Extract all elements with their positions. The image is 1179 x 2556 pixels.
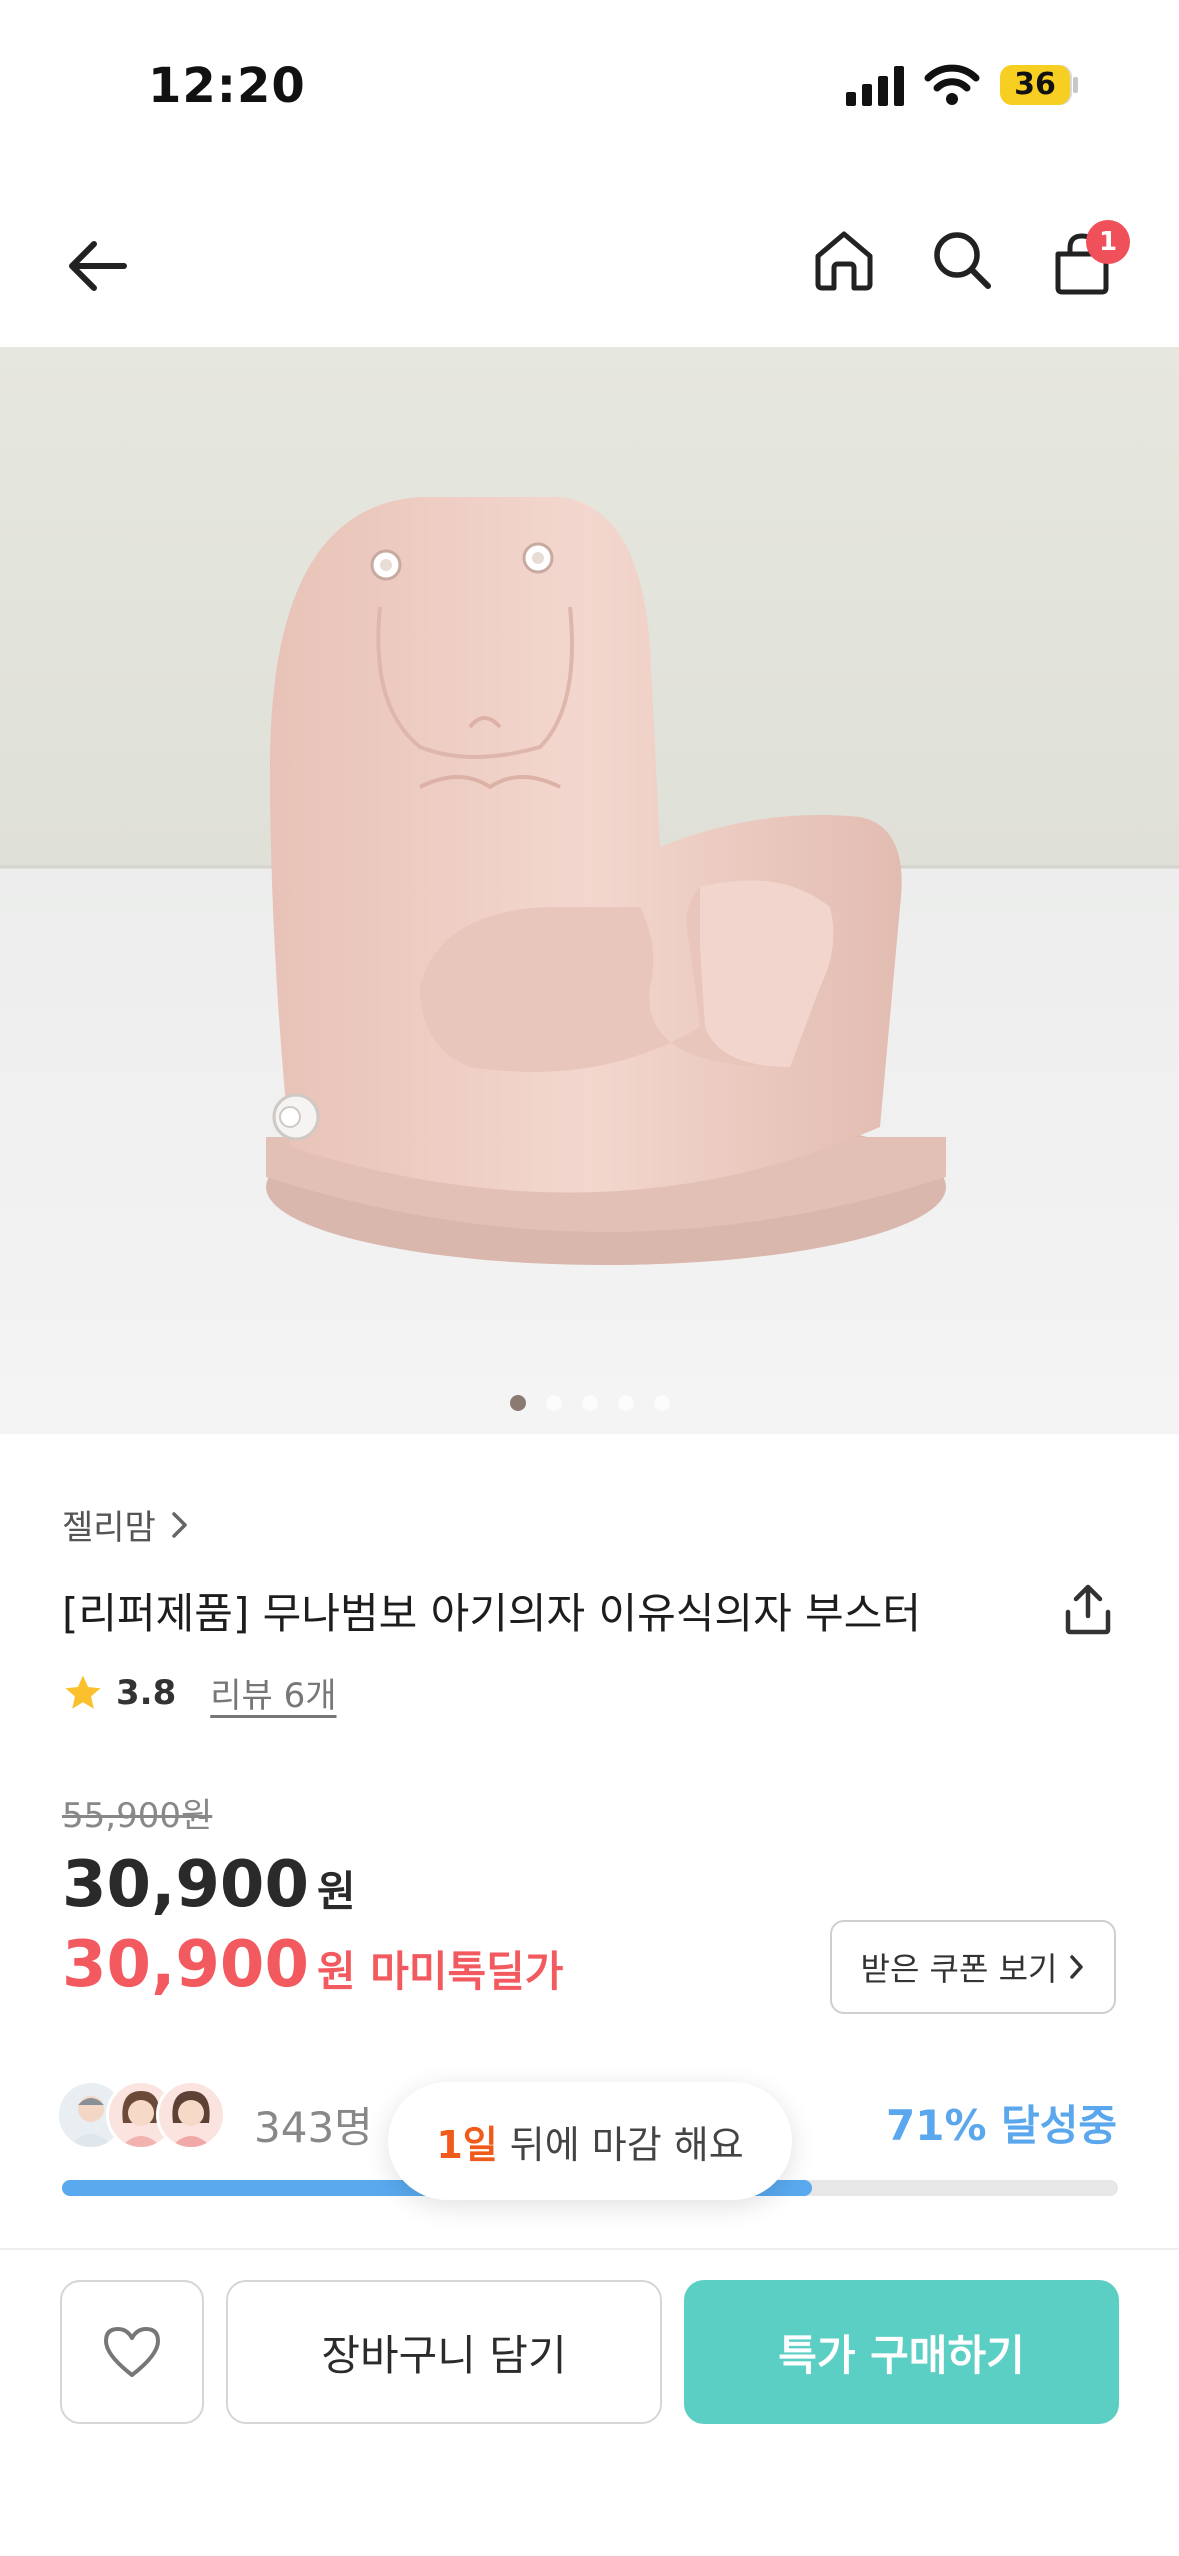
view-coupons-button[interactable]: 받은 쿠폰 보기 — [830, 1920, 1116, 2014]
home-icon — [815, 231, 873, 291]
view-coupons-label: 받은 쿠폰 보기 — [860, 1950, 1058, 1988]
search-icon — [934, 232, 991, 289]
cellular-signal-icon — [846, 66, 906, 110]
wishlist-button[interactable] — [60, 2280, 204, 2424]
participant-count: 343명 — [254, 2103, 373, 2152]
add-to-cart-button[interactable]: 장바구니 담기 — [226, 2280, 662, 2424]
brand-link[interactable]: 젤리맘 — [62, 1500, 190, 1549]
share-icon — [1065, 1584, 1111, 1635]
pagination-dot[interactable] — [617, 1395, 634, 1411]
avatar — [156, 2080, 226, 2150]
deadline-tooltip: 1일 뒤에 마감 해요 — [388, 2082, 792, 2200]
back-button[interactable] — [58, 228, 134, 304]
deadline-days: 1일 — [436, 2122, 498, 2167]
deadline-text: 뒤에 마감 해요 — [509, 2122, 744, 2167]
sale-price: 30,900 원 — [62, 1848, 356, 1922]
wifi-icon — [924, 62, 980, 110]
chevron-right-icon — [1070, 1955, 1084, 1979]
bottom-bar-divider — [0, 2248, 1179, 2250]
search-button[interactable] — [924, 222, 1000, 298]
product-title: [리퍼제품] 무나범보 아기의자 이유식의자 부스터 — [62, 1589, 921, 1638]
status-time: 12:20 — [148, 58, 306, 114]
sale-price-amount: 30,900 — [62, 1848, 309, 1922]
share-button[interactable] — [1060, 1582, 1116, 1642]
deal-price-amount: 30,900 — [62, 1928, 309, 2002]
product-image[interactable] — [0, 347, 1179, 1434]
pagination-dot[interactable] — [653, 1395, 670, 1411]
rating-row: 3.8 리뷰 6개 — [62, 1668, 337, 1717]
pagination-dot[interactable] — [545, 1395, 562, 1411]
cart-count-badge: 1 — [1086, 220, 1130, 264]
review-count-link[interactable]: 리뷰 6개 — [210, 1668, 336, 1717]
gallery-pagination — [0, 1395, 1179, 1411]
deal-price: 30,900 원 마미톡딜가 — [62, 1928, 563, 2002]
chevron-right-icon — [172, 1511, 187, 1538]
pagination-dot[interactable] — [581, 1395, 598, 1411]
brand-name: 젤리맘 — [62, 1508, 156, 1548]
home-button[interactable] — [806, 222, 882, 298]
battery-cap — [1073, 77, 1078, 93]
participant-avatars — [56, 2080, 236, 2152]
star-icon — [65, 1675, 101, 1709]
heart-icon — [104, 2327, 160, 2377]
battery-icon: 36 — [1000, 65, 1070, 105]
pagination-dot[interactable] — [509, 1395, 526, 1411]
sale-price-unit: 원 — [316, 1867, 356, 1916]
back-arrow-icon — [69, 241, 127, 291]
rating-value: 3.8 — [116, 1672, 177, 1713]
achievement-percent: 71% 달성중 — [886, 2101, 1118, 2150]
original-price: 55,900원 — [62, 1796, 213, 1836]
buy-now-button[interactable]: 특가 구매하기 — [684, 2280, 1119, 2424]
deal-price-label: 원 마미톡딜가 — [316, 1947, 564, 1996]
